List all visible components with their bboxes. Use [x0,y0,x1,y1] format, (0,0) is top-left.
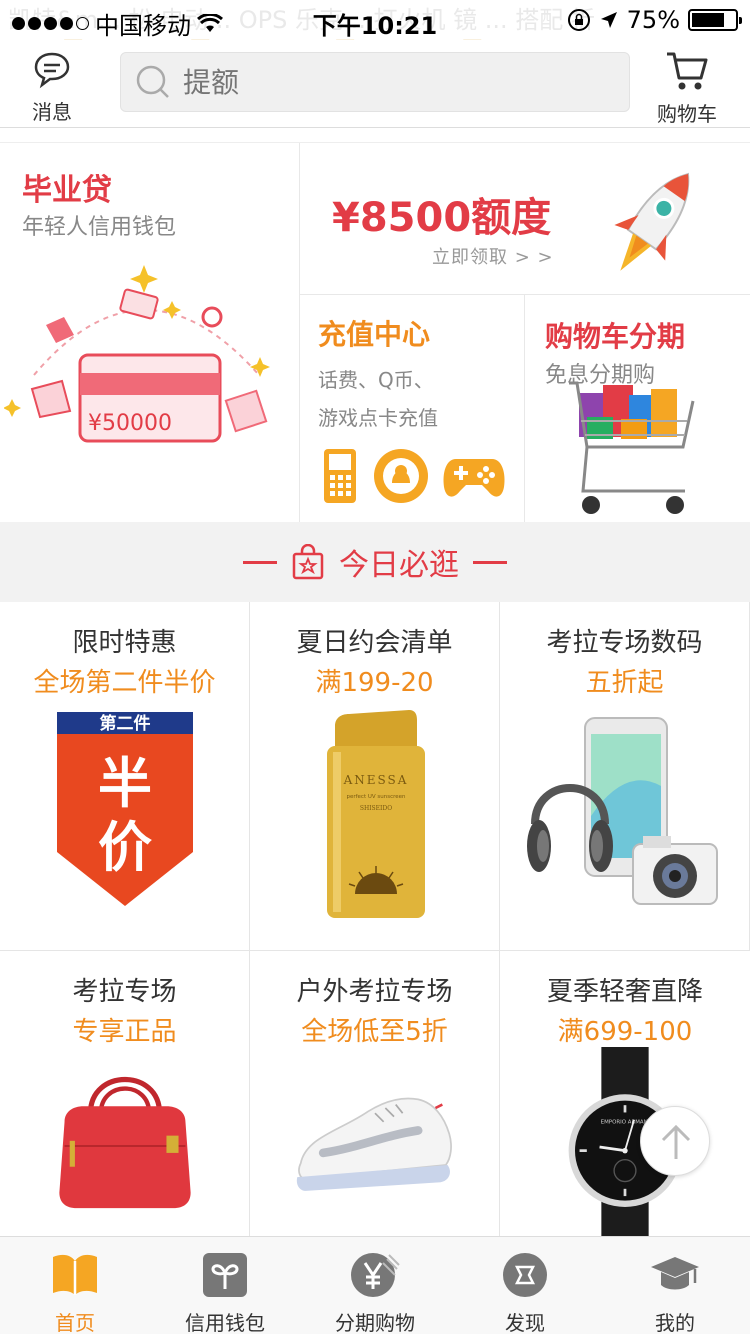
graduation-cap-icon [651,1257,699,1290]
section-header: 今日必逛 [0,522,750,602]
card-amount: ¥50000 [88,411,172,436]
tab-discover[interactable]: 发现 [450,1237,600,1334]
tab-home[interactable]: 首页 [0,1237,150,1334]
search-icon [136,65,169,98]
wallet-icon [203,1253,247,1297]
messages-label: 消息 [32,100,72,124]
book-icon [53,1254,97,1295]
rotation-lock-icon [567,9,590,31]
tab-label: 分期购物 [335,1311,415,1334]
gamepad-icon [443,459,505,497]
red-handbag-image [59,1077,191,1209]
quota-tile[interactable]: ¥8500额度 立即领取 > > [300,143,750,295]
recharge-desc: 话费、Q币、 游戏点卡充值 [318,361,518,437]
product-name: 限时特惠 [72,628,177,658]
product-card[interactable]: 考拉专场 专享正品 [0,951,250,1236]
status-right: 75% [567,6,742,34]
search-input[interactable] [183,65,603,99]
product-promo: 满199-20 [315,668,434,698]
top-header: 消息 购物车 [0,40,750,128]
chat-bubble-icon [34,52,70,89]
search-bar[interactable] [120,52,630,112]
graduation-loan-tile[interactable]: 毕业贷 年轻人信用钱包 ¥50000 [0,143,300,523]
cart-button[interactable]: 购物车 [642,50,732,127]
product-card[interactable]: 夏季轻奢直降 满699-100 EMPORIO ARMANI [500,951,750,1236]
cart-installment-title: 购物车分期 [545,320,686,353]
product-card[interactable]: 户外考拉专场 全场低至5折 [250,951,500,1236]
tab-mine[interactable]: 我的 [600,1237,750,1334]
rocket-icon [614,172,690,271]
battery-icon [688,9,742,31]
cart-label: 购物车 [657,102,717,126]
product-promo: 全场低至5折 [301,1017,448,1047]
quota-cta[interactable]: 立即领取 > > [432,243,554,269]
bottle-maker: SHISEIDO [360,805,392,812]
badge-top-text: 第二件 [100,713,151,734]
product-name: 户外考拉专场 [296,977,453,1007]
product-card[interactable]: 考拉专场数码 五折起 [500,602,750,951]
tab-label: 发现 [505,1311,545,1334]
shopping-bag-star-icon [292,544,324,580]
graduation-loan-title: 毕业贷 [22,173,112,208]
tab-label: 首页 [55,1311,95,1334]
cart-installment-tile[interactable]: 购物车分期 免息分期购 [525,295,750,523]
promo-banner: 毕业贷 年轻人信用钱包 ¥50000 ¥8500额度 立即领取 > > 充值中心… [0,142,750,523]
credit-card-illustration: ¥50000 [4,265,270,443]
shopping-cart-icon [667,52,708,90]
product-name: 考拉专场数码 [546,628,703,658]
section-divider-right [473,560,507,564]
recharge-title: 充值中心 [318,318,431,351]
graduation-loan-subtitle: 年轻人信用钱包 [22,215,177,240]
half-price-badge-image: 第二件 半 价 [57,712,193,906]
section-divider-left [243,560,277,564]
tab-installment-shopping[interactable]: 分期购物 [300,1237,450,1334]
back-to-top-button[interactable] [640,1106,710,1176]
product-name: 夏季轻奢直降 [546,977,703,1007]
recharge-desc-line1: 话费、Q币、 [318,368,434,392]
quota-amount: ¥8500额度 [332,195,552,241]
product-card[interactable]: 夏日约会清单 满199-20 ANESSA perfect UV sunscre… [250,602,500,951]
arrow-up-icon [661,1124,691,1159]
qq-coin-icon [374,449,428,503]
bottle-brand: ANESSA [343,773,409,787]
product-name: 夏日约会清单 [296,628,453,658]
battery-percent: 75% [626,6,680,34]
product-promo: 满699-100 [557,1017,693,1047]
tab-label: 信用钱包 [185,1311,265,1334]
recharge-center-tile[interactable]: 充值中心 话费、Q币、 游戏点卡充值 [300,295,525,523]
product-name: 考拉专场 [72,977,177,1007]
location-arrow-icon [600,12,617,28]
phone-icon [324,449,356,503]
badge-main-1: 半 [98,752,152,815]
messages-button[interactable]: 消息 [14,50,90,125]
section-title: 今日必逛 [339,548,459,583]
bottom-tab-bar: 首页 信用钱包 分期购物 发现 我的 [0,1236,750,1334]
recharge-desc-line2: 游戏点卡充值 [318,406,438,430]
badge-main-2: 价 [98,816,152,879]
sunscreen-bottle-image: ANESSA perfect UV sunscreen SHISEIDO [327,710,425,918]
status-bar: 中国移动 下午10:21 75% [0,0,750,40]
product-promo: 五折起 [585,668,664,698]
yen-icon [351,1253,400,1297]
shopping-cart-bags-illustration [569,381,695,514]
digital-devices-image [527,717,718,905]
bottle-sub: perfect UV sunscreen [346,794,406,800]
tab-label: 我的 [655,1311,695,1334]
product-card[interactable]: 限时特惠 全场第二件半价 第二件 半 价 [0,602,250,951]
product-promo: 全场第二件半价 [33,668,216,698]
sneaker-image [296,1097,452,1191]
product-promo: 专享正品 [72,1017,177,1047]
discover-icon [503,1253,547,1297]
tab-credit-wallet[interactable]: 信用钱包 [150,1237,300,1334]
product-grid: 限时特惠 全场第二件半价 第二件 半 价 夏日约会清单 满199-20 ANES… [0,602,750,1236]
